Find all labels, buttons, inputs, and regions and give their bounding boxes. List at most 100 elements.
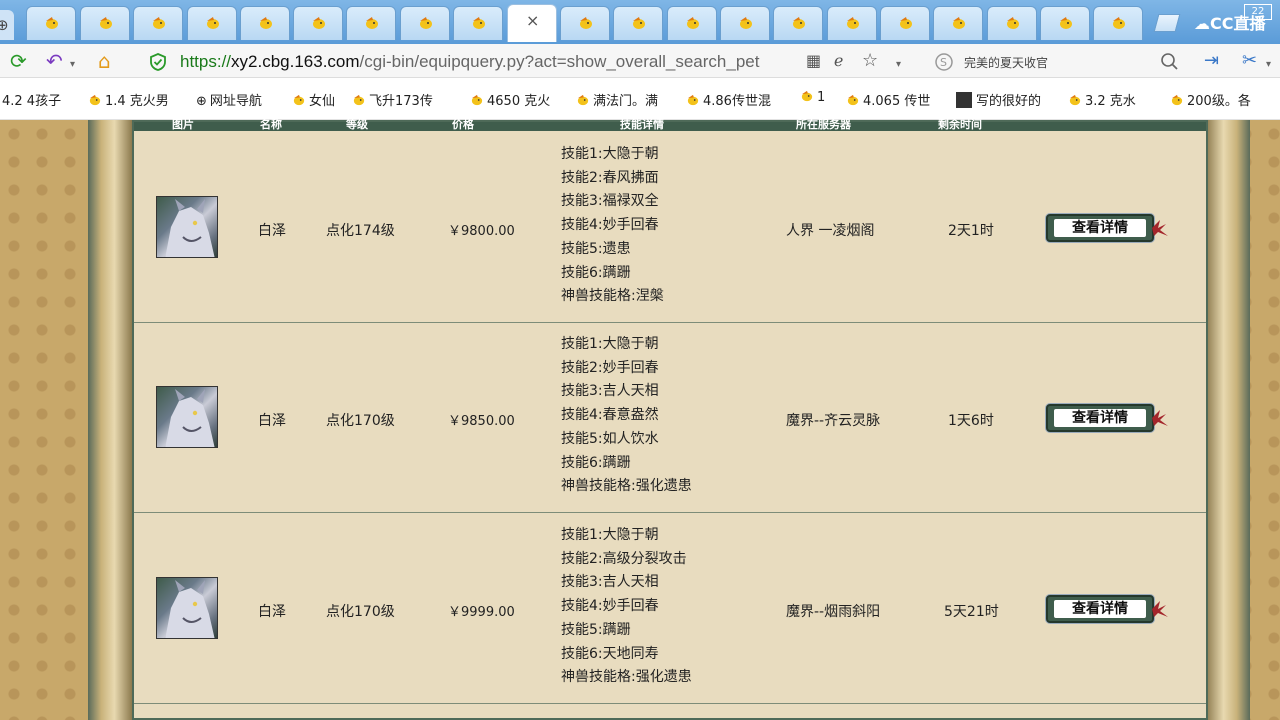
skill-item: 技能2:妙手回春	[561, 359, 659, 376]
browser-tab[interactable]	[453, 6, 503, 40]
login-icon[interactable]: ⇥	[1204, 50, 1219, 72]
bookmark-label: 飞升173传	[369, 94, 433, 109]
bookmark-label: 写的很好的	[976, 94, 1042, 109]
bookmark-item[interactable]: 写的很好的	[956, 90, 1041, 109]
pet-avatar[interactable]	[156, 386, 218, 448]
browser-tab[interactable]	[773, 6, 823, 40]
pet-image	[165, 580, 215, 638]
tab-partial-left[interactable]: ⊕	[0, 10, 14, 40]
pet-avatar[interactable]	[156, 196, 218, 258]
column-header: 所在服务器	[796, 118, 851, 131]
browser-tab[interactable]	[400, 6, 450, 40]
browser-tab[interactable]	[187, 6, 237, 40]
bookmark-item[interactable]: 4.065 传世	[846, 90, 930, 109]
home-icon[interactable]: ⌂	[98, 50, 111, 72]
browser-tab[interactable]	[720, 6, 770, 40]
column-header: 剩余时间	[938, 118, 982, 131]
tab-strip: ⊕ × ☁CC直播 22	[0, 0, 1280, 44]
browser-tab[interactable]	[133, 6, 183, 40]
browser-tab[interactable]	[346, 6, 396, 40]
close-icon[interactable]: ×	[526, 11, 539, 30]
image-icon	[956, 92, 972, 108]
bookmark-item[interactable]: 飞升173传	[352, 90, 433, 109]
browser-tab[interactable]: ×	[507, 4, 557, 42]
bookmark-item[interactable]: 200级。各	[1170, 90, 1251, 109]
chick-icon	[847, 94, 859, 106]
bookmark-item[interactable]: 1	[800, 90, 825, 105]
skill-list: 技能1:大隐于朝 技能2:妙手回春 技能3:吉人天相 技能4:春意盎然 技能5:如人饮水…	[561, 333, 692, 499]
chick-icon	[1060, 17, 1072, 29]
chick-icon	[1113, 17, 1125, 29]
bookmark-item[interactable]: 1.4 克火男	[88, 90, 169, 109]
dropdown-icon[interactable]: ▾	[896, 54, 901, 76]
chick-icon	[260, 17, 272, 29]
bookmark-item[interactable]: ⊕ 网址导航	[196, 90, 262, 109]
ribbon-icon	[1152, 410, 1168, 426]
ie-icon[interactable]: ℯ	[834, 50, 843, 72]
menu-chevron-icon[interactable]: ▾	[1266, 54, 1271, 76]
browser-tab[interactable]	[560, 6, 610, 40]
browser-tab[interactable]	[26, 6, 76, 40]
chick-icon	[89, 94, 101, 106]
chick-icon	[1007, 17, 1019, 29]
view-details-button[interactable]: 查看详情	[1046, 595, 1154, 623]
browser-tab[interactable]	[80, 6, 130, 40]
chick-icon	[207, 17, 219, 29]
new-tab-button[interactable]	[1153, 14, 1181, 32]
bookmark-label: 4.86传世混	[703, 94, 771, 109]
browser-tab[interactable]	[827, 6, 877, 40]
view-details-label: 查看详情	[1054, 600, 1146, 618]
chick-icon	[847, 17, 859, 29]
pet-level: 点化170级	[326, 413, 395, 429]
browser-tab[interactable]	[667, 6, 717, 40]
bookmark-label: 4650 克火	[487, 94, 551, 109]
view-details-button[interactable]: 查看详情	[1046, 214, 1154, 242]
refresh-icon[interactable]: ⟳	[10, 50, 27, 72]
chevron-down-icon[interactable]: ▾	[70, 54, 75, 76]
scroll-border-left	[88, 120, 132, 720]
undo-icon[interactable]: ↶	[46, 50, 63, 72]
tools-icon[interactable]: ✂	[1242, 50, 1257, 72]
bookmark-item[interactable]: 4.2 4孩子	[2, 90, 61, 109]
browser-tab[interactable]	[613, 6, 663, 40]
remaining-time: 2天1时	[948, 223, 994, 239]
bookmark-item[interactable]: 女仙	[292, 90, 335, 109]
chick-icon	[153, 17, 165, 29]
table-row: 白泽 点化170级 ￥9850.00 技能1:大隐于朝 技能2:妙手回春 技能3:吉人天相…	[134, 323, 1206, 513]
table-row: 白泽 点化170级 ￥9999.00 技能1:大隐于朝 技能2:高级分裂攻击 技能3:吉人…	[134, 514, 1206, 704]
browser-tab[interactable]	[987, 6, 1037, 40]
star-icon[interactable]: ☆	[862, 50, 878, 72]
url-field[interactable]: https://xy2.cbg.163.com/cgi-bin/equipque…	[140, 48, 920, 74]
chick-icon	[801, 90, 813, 102]
browser-tab[interactable]	[1040, 6, 1090, 40]
skill-list: 技能1:大隐于朝 技能2:高级分裂攻击 技能3:吉人天相 技能4:妙手回春 技能5:蹒跚…	[561, 524, 692, 690]
view-details-button[interactable]: 查看详情	[1046, 404, 1154, 432]
skill-item: 神兽技能格:涅槃	[561, 288, 664, 305]
bookmark-label: 1.4 克火男	[105, 94, 169, 109]
skill-item: 技能3:吉人天相	[561, 574, 659, 591]
browser-tab[interactable]	[880, 6, 930, 40]
chick-icon	[353, 94, 365, 106]
browser-tab[interactable]	[240, 6, 290, 40]
skill-item: 技能5:蹒跚	[561, 621, 631, 638]
search-input[interactable]: S 完美的夏天收官	[930, 50, 1190, 74]
bookmark-item[interactable]: 4.86传世混	[686, 90, 771, 109]
browser-tab[interactable]	[933, 6, 983, 40]
search-icon[interactable]	[1160, 52, 1180, 72]
scroll-border-right	[1206, 120, 1250, 720]
column-header: 价格	[452, 118, 474, 131]
bookmark-item[interactable]: 3.2 克水	[1068, 90, 1136, 109]
browser-tab[interactable]	[1093, 6, 1143, 40]
chick-icon	[293, 94, 305, 106]
bookmark-item[interactable]: 满法门。满	[576, 90, 658, 109]
chick-icon	[900, 17, 912, 29]
chick-icon	[100, 17, 112, 29]
chick-icon	[687, 17, 699, 29]
ribbon-icon	[1152, 220, 1168, 236]
bookmark-item[interactable]: 4650 克火	[470, 90, 550, 109]
browser-tab[interactable]	[293, 6, 343, 40]
qr-icon[interactable]: ▦	[806, 50, 821, 72]
pet-avatar[interactable]	[156, 577, 218, 639]
pet-level: 点化170级	[326, 604, 395, 620]
column-header: 图片	[172, 118, 194, 131]
